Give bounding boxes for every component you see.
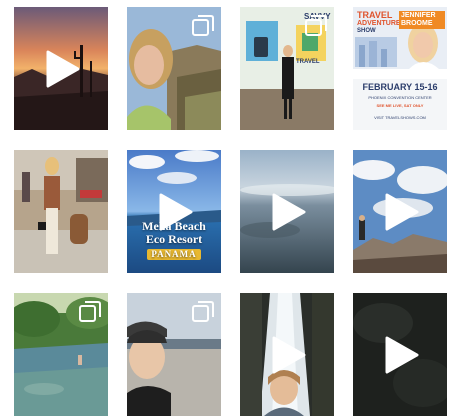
post-tile[interactable]: [353, 293, 447, 416]
post-tile[interactable]: SAVVY TRAVEL: [240, 7, 334, 130]
post-tile[interactable]: [127, 7, 221, 130]
post-tile[interactable]: Meliá Beach Eco Resort PANAMA: [127, 150, 221, 273]
post-thumbnail: [240, 293, 334, 416]
overlay-location-tag: PANAMA: [147, 249, 201, 260]
poster-venue: PHOENIX CONVENTION CENTER: [368, 95, 432, 100]
post-thumbnail: [14, 293, 108, 416]
poster-presenter: JENNIFER BROOME: [399, 11, 445, 29]
poster-brand-line2: ADVENTURE: [357, 20, 401, 27]
overlay-title-line1: Meliá Beach: [142, 219, 206, 233]
post-thumbnail: [14, 7, 108, 130]
post-tile[interactable]: [240, 150, 334, 273]
post-tile[interactable]: [14, 7, 108, 130]
post-thumbnail: [127, 293, 221, 416]
post-tile[interactable]: [353, 150, 447, 273]
post-tile[interactable]: [240, 293, 334, 416]
post-thumbnail: SAVVY TRAVEL: [240, 7, 334, 130]
poster-brand: TRAVEL: [357, 10, 393, 20]
post-thumbnail: [353, 293, 447, 416]
post-tile[interactable]: TRAVEL ADVENTURE SHOW JENNIFER BROOME FE…: [353, 7, 447, 130]
post-grid: SAVVY TRAVEL TRAVEL ADVENTURE SHOW JENNI…: [14, 7, 448, 416]
post-thumbnail: [14, 150, 108, 273]
post-tile[interactable]: [14, 150, 108, 273]
post-thumbnail: [240, 150, 334, 273]
svg-text:TRAVEL: TRAVEL: [296, 59, 320, 65]
overlay-title-line2: Eco Resort: [145, 232, 203, 246]
post-tile[interactable]: [14, 293, 108, 416]
poster-dates: FEBRUARY 15-16: [362, 82, 438, 92]
poster-cta: SEE ME LIVE, SAT ONLY: [376, 103, 424, 108]
post-thumbnail: [127, 7, 221, 130]
post-tile[interactable]: [127, 293, 221, 416]
poster-url: VISIT TRAVELSHOWS.COM: [374, 115, 426, 120]
post-thumbnail: [353, 150, 447, 273]
poster-brand-line3: SHOW: [357, 28, 376, 34]
svg-text:SAVVY: SAVVY: [304, 12, 331, 21]
